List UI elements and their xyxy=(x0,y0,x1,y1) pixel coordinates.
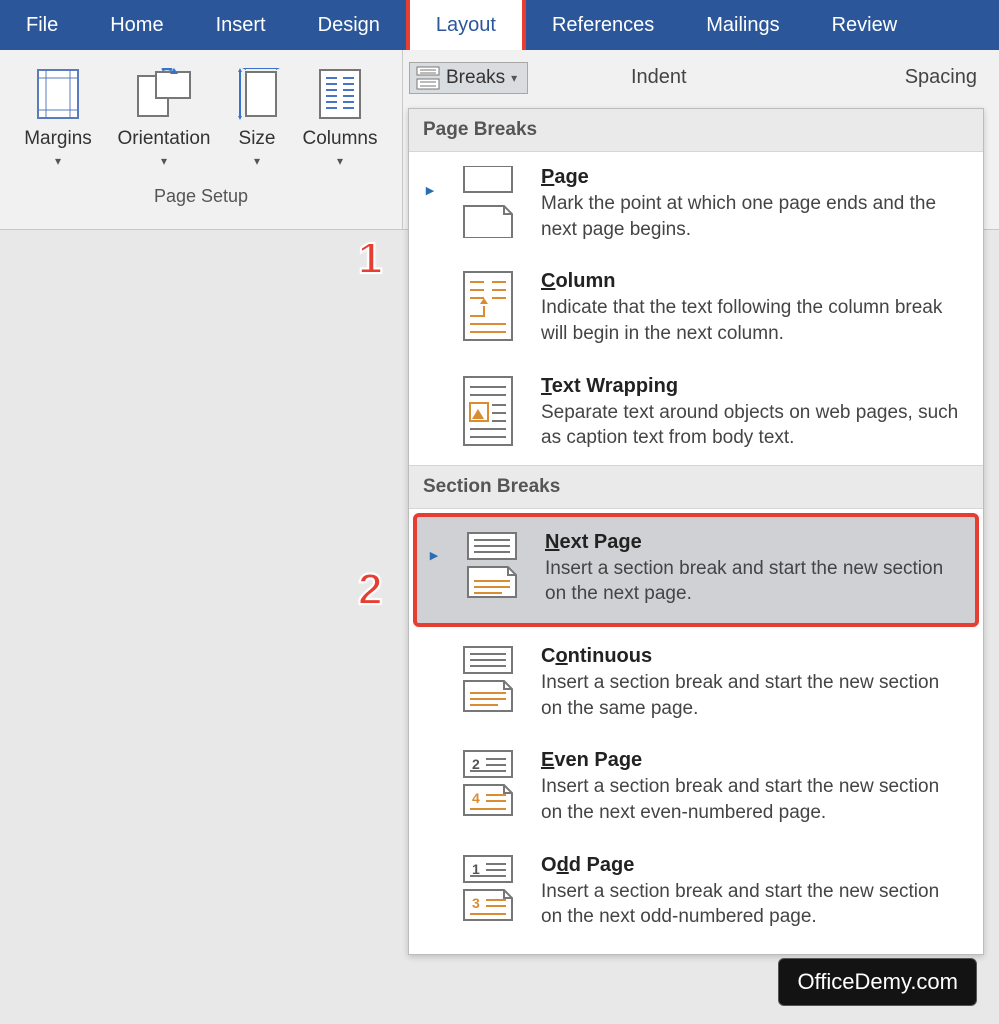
odd-page-icon: 1 3 xyxy=(453,854,523,922)
item-desc: Indicate that the text following the col… xyxy=(541,295,963,346)
continuous-icon xyxy=(453,645,523,713)
group-section-breaks: Section Breaks xyxy=(409,465,983,509)
next-page-icon xyxy=(457,531,527,599)
page-setup-group-label: Page Setup xyxy=(0,186,402,207)
chevron-down-icon: ▾ xyxy=(161,154,167,168)
orientation-icon xyxy=(134,64,194,124)
columns-icon xyxy=(318,64,362,124)
item-desc: Insert a section break and start the new… xyxy=(545,556,959,607)
size-icon xyxy=(234,64,280,124)
current-marker-icon xyxy=(425,166,435,197)
column-break-icon xyxy=(453,270,523,342)
item-column-break[interactable]: Column Indicate that the text following … xyxy=(409,256,983,360)
margins-label: Margins xyxy=(24,128,92,150)
breaks-dropdown: Page Breaks Page Mark the point at which… xyxy=(408,108,984,955)
tab-file[interactable]: File xyxy=(0,0,84,50)
item-desc: Separate text around objects on web page… xyxy=(541,400,963,451)
svg-text:2: 2 xyxy=(472,756,480,772)
item-continuous[interactable]: Continuous Insert a section break and st… xyxy=(409,631,983,735)
item-title: Even Page xyxy=(541,749,963,772)
group-page-breaks: Page Breaks xyxy=(409,109,983,152)
chevron-down-icon: ▾ xyxy=(254,154,260,168)
breaks-label: Breaks xyxy=(446,67,505,89)
item-desc: Insert a section break and start the new… xyxy=(541,670,963,721)
tab-review[interactable]: Review xyxy=(806,0,924,50)
chevron-down-icon: ▾ xyxy=(337,154,343,168)
size-button[interactable]: Size ▾ xyxy=(222,64,292,168)
tab-insert[interactable]: Insert xyxy=(190,0,292,50)
item-next-page[interactable]: Next Page Insert a section break and sta… xyxy=(413,513,979,627)
chevron-down-icon: ▾ xyxy=(55,154,61,168)
indent-header: Indent xyxy=(631,66,687,89)
size-label: Size xyxy=(239,128,276,150)
item-desc: Mark the point at which one page ends an… xyxy=(541,191,963,242)
breaks-button[interactable]: Breaks ▾ xyxy=(409,62,528,94)
annotation-1: 1 xyxy=(358,234,382,284)
item-odd-page[interactable]: 1 3 Odd Page Insert a section break and … xyxy=(409,840,983,944)
item-title: Odd Page xyxy=(541,854,963,877)
columns-label: Columns xyxy=(303,128,378,150)
item-desc: Insert a section break and start the new… xyxy=(541,774,963,825)
ribbon-tabs: File Home Insert Design Layout Reference… xyxy=(0,0,999,50)
chevron-down-icon: ▾ xyxy=(511,71,517,85)
columns-button[interactable]: Columns ▾ xyxy=(294,64,386,168)
item-text-wrapping-break[interactable]: Text Wrapping Separate text around objec… xyxy=(409,361,983,465)
tab-design[interactable]: Design xyxy=(292,0,406,50)
item-even-page[interactable]: 2 4 Even Page Insert a section break and… xyxy=(409,735,983,839)
tab-mailings[interactable]: Mailings xyxy=(680,0,805,50)
tab-home[interactable]: Home xyxy=(84,0,189,50)
item-title: Next Page xyxy=(545,531,959,554)
svg-text:1: 1 xyxy=(472,861,480,877)
orientation-button[interactable]: Orientation ▾ xyxy=(108,64,220,168)
item-title: Continuous xyxy=(541,645,963,668)
item-title: Column xyxy=(541,270,963,293)
orientation-label: Orientation xyxy=(118,128,211,150)
annotation-2: 2 xyxy=(358,565,382,615)
current-marker-icon xyxy=(429,531,439,562)
page-setup-group: Margins ▾ Orientation ▾ Size ▾ xyxy=(0,50,402,229)
svg-text:4: 4 xyxy=(472,790,480,806)
breaks-icon xyxy=(416,66,440,90)
svg-text:3: 3 xyxy=(472,895,480,911)
even-page-icon: 2 4 xyxy=(453,749,523,817)
item-desc: Insert a section break and start the new… xyxy=(541,879,963,930)
tab-layout[interactable]: Layout xyxy=(406,0,526,54)
watermark: OfficeDemy.com xyxy=(778,958,977,1006)
tab-references[interactable]: References xyxy=(526,0,680,50)
margins-icon xyxy=(36,64,80,124)
spacing-header: Spacing xyxy=(905,66,977,89)
item-title: Page xyxy=(541,166,963,189)
item-page-break[interactable]: Page Mark the point at which one page en… xyxy=(409,152,983,256)
page-break-icon xyxy=(453,166,523,238)
item-title: Text Wrapping xyxy=(541,375,963,398)
margins-button[interactable]: Margins ▾ xyxy=(10,64,106,168)
text-wrapping-break-icon xyxy=(453,375,523,447)
